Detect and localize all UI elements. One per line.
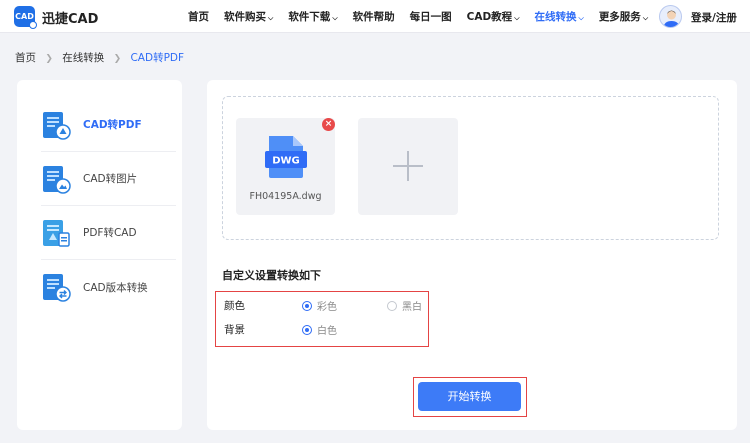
- file-dropzone[interactable]: DWG FH04195A.dwg ×: [222, 96, 719, 240]
- chevron-down-icon: ⌵: [332, 14, 338, 22]
- radio-color-full[interactable]: 彩色: [302, 298, 337, 313]
- conversion-sidebar: CAD转PDF CAD转图片 PDF转CAD CAD版本转换: [17, 80, 182, 430]
- conversion-panel: DWG FH04195A.dwg × 自定义设置转换如下 颜色 彩色 黑白 背景…: [207, 80, 737, 430]
- settings-title: 自定义设置转换如下: [222, 269, 321, 282]
- chevron-down-icon: ⌵: [514, 14, 520, 22]
- sidebar-item-label: CAD转图片: [83, 173, 138, 185]
- login-register-link[interactable]: 登录/注册: [691, 10, 737, 25]
- radio-unselected-icon: [387, 300, 397, 311]
- logo-text: CAD: [15, 12, 34, 21]
- radio-selected-icon: [302, 300, 312, 311]
- brand-name[interactable]: 迅捷CAD: [42, 8, 98, 27]
- breadcrumb: 首页 ❯ 在线转换 ❯ CAD转PDF: [15, 50, 184, 65]
- add-file-button[interactable]: [358, 118, 458, 215]
- chevron-right-icon: ❯: [45, 54, 53, 64]
- top-navigation-bar: CAD 迅捷CAD 首页 软件购买 ⌵ 软件下载 ⌵ 软件帮助 每日一图 CAD教程…: [0, 0, 750, 33]
- sidebar-item-cad-version[interactable]: CAD版本转换: [41, 260, 176, 314]
- breadcrumb-current: CAD转PDF: [130, 52, 185, 64]
- radio-color-bw[interactable]: 黑白: [387, 298, 422, 313]
- sidebar-item-label: CAD版本转换: [83, 281, 148, 294]
- nav-item-purchase[interactable]: 软件购买 ⌵: [224, 9, 273, 24]
- nav-item-daily-image[interactable]: 每日一图: [410, 9, 452, 24]
- breadcrumb-home[interactable]: 首页: [15, 52, 36, 64]
- sidebar-item-label: CAD转PDF: [83, 119, 142, 131]
- chevron-down-icon: ⌵: [268, 14, 274, 22]
- nav-item-cad-tutorial[interactable]: CAD教程 ⌵: [467, 9, 520, 24]
- user-avatar-icon[interactable]: [659, 5, 682, 28]
- sidebar-item-cad-to-image[interactable]: CAD转图片: [41, 152, 176, 206]
- file-name: FH04195A.dwg: [249, 191, 322, 202]
- start-button-highlight: 开始转换: [413, 377, 527, 417]
- pdf-to-cad-icon: [41, 218, 71, 248]
- sidebar-item-label: PDF转CAD: [83, 227, 137, 239]
- logo-icon[interactable]: CAD: [14, 6, 37, 29]
- breadcrumb-section[interactable]: 在线转换: [62, 52, 104, 64]
- start-convert-button[interactable]: 开始转换: [418, 382, 521, 411]
- sidebar-item-cad-to-pdf[interactable]: CAD转PDF: [41, 98, 176, 152]
- nav-item-help[interactable]: 软件帮助: [353, 9, 395, 24]
- settings-options: 颜色 彩色 黑白 背景 白色: [215, 291, 429, 347]
- color-label: 颜色: [224, 300, 245, 312]
- cad-version-icon: [41, 272, 71, 302]
- sidebar-item-pdf-to-cad[interactable]: PDF转CAD: [41, 206, 176, 260]
- nav-item-online-convert[interactable]: 在线转换 ⌵: [535, 9, 584, 24]
- cad-to-pdf-icon: [41, 110, 71, 140]
- dwg-file-icon: DWG: [265, 134, 307, 184]
- chevron-down-icon: ⌵: [578, 14, 584, 22]
- radio-background-white[interactable]: 白色: [302, 322, 337, 337]
- nav-item-home[interactable]: 首页: [188, 9, 209, 24]
- remove-file-icon[interactable]: ×: [322, 118, 335, 131]
- background-label: 背景: [224, 324, 245, 336]
- cad-to-image-icon: [41, 164, 71, 194]
- uploaded-file-card: DWG FH04195A.dwg ×: [236, 118, 335, 215]
- chevron-down-icon: ⌵: [642, 14, 649, 22]
- radio-selected-icon: [302, 324, 312, 335]
- nav-item-more-services[interactable]: 更多服务 ⌵: [599, 9, 648, 24]
- svg-text:DWG: DWG: [272, 156, 300, 167]
- chevron-right-icon: ❯: [113, 54, 122, 64]
- main-nav: 首页 软件购买 ⌵ 软件下载 ⌵ 软件帮助 每日一图 CAD教程 ⌵ 在线转换 ⌵ 更多…: [188, 0, 663, 33]
- nav-item-download[interactable]: 软件下载 ⌵: [288, 9, 337, 24]
